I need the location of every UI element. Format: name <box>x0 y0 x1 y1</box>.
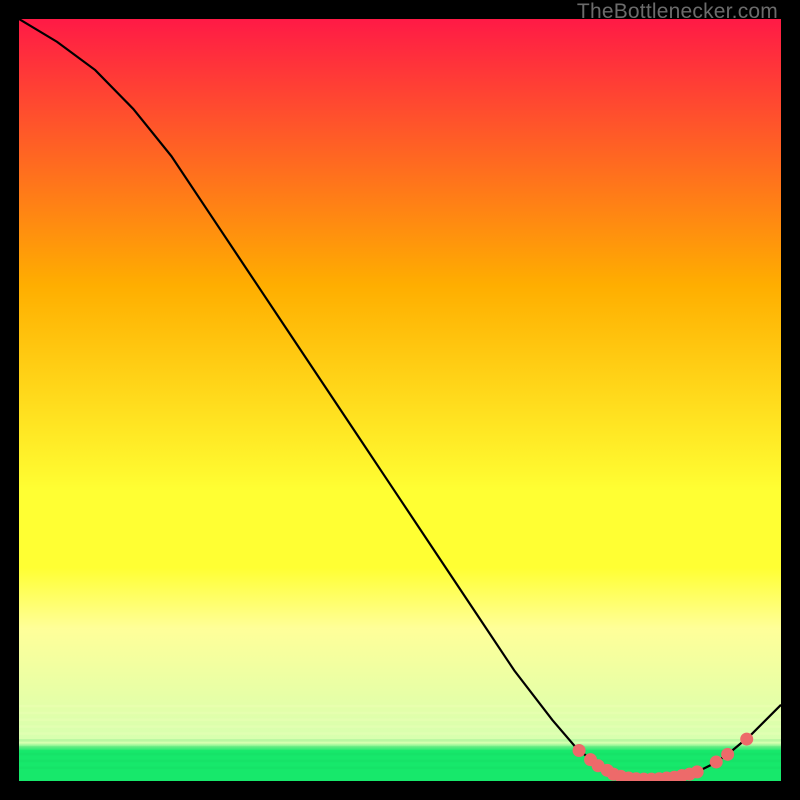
data-marker <box>691 765 704 778</box>
watermark-label: TheBottlenecker.com <box>577 0 778 24</box>
gradient-background <box>19 19 781 781</box>
data-marker <box>710 755 723 768</box>
bottleneck-chart <box>19 19 781 781</box>
data-marker <box>573 744 586 757</box>
data-marker <box>721 748 734 761</box>
data-marker <box>740 733 753 746</box>
